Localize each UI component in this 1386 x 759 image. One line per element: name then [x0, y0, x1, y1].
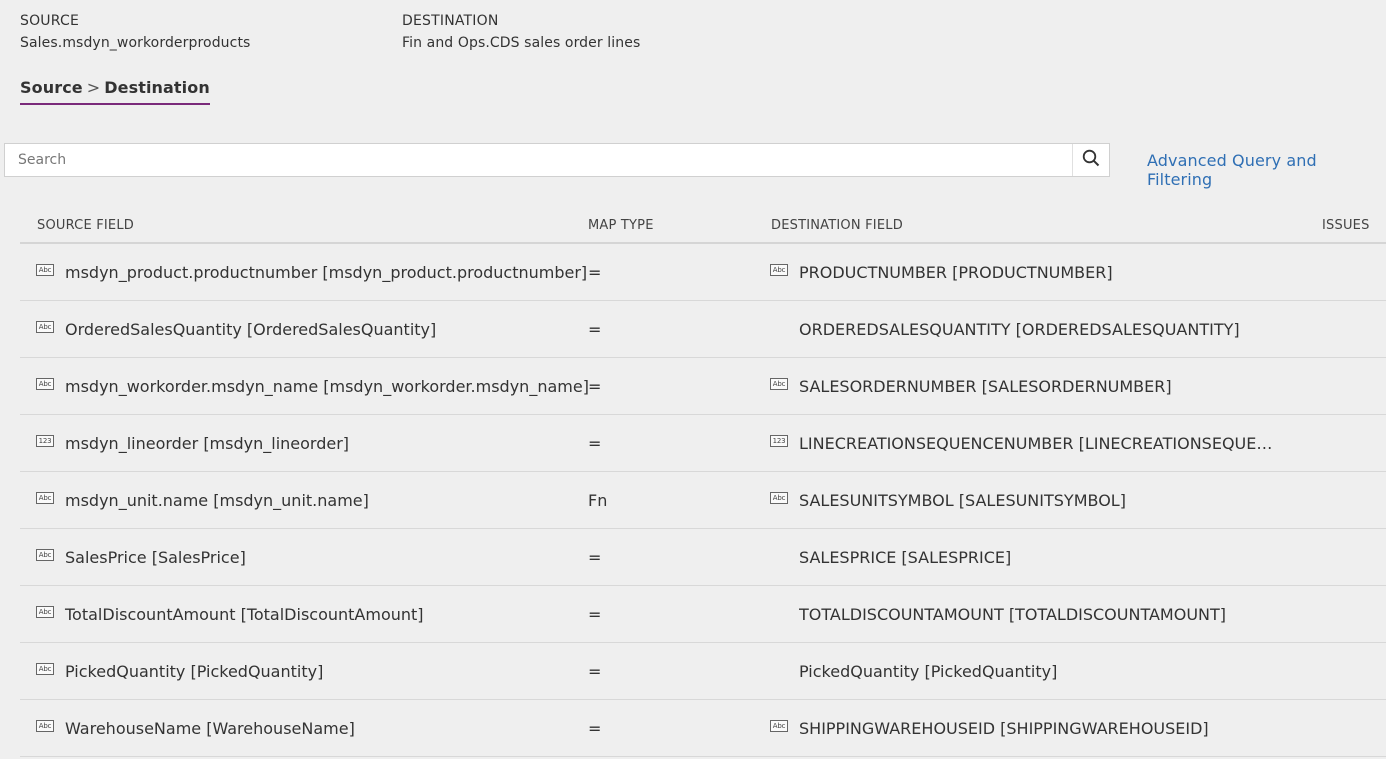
text-type-icon: Abc	[36, 720, 54, 732]
destination-field-cell[interactable]: 123 LINECREATIONSEQUENCENUMBER [LINECREAT…	[770, 415, 1275, 471]
source-field-name: msdyn_unit.name [msdyn_unit.name]	[65, 490, 369, 510]
destination-field-name: SHIPPINGWAREHOUSEID [SHIPPINGWAREHOUSEID…	[799, 718, 1209, 738]
destination-label: DESTINATION	[402, 13, 499, 29]
map-type-cell[interactable]: =	[588, 700, 601, 756]
source-field-cell: Abc SalesPrice [SalesPrice]	[36, 529, 246, 585]
column-header-source-field[interactable]: SOURCE FIELD	[37, 218, 134, 233]
map-type-cell[interactable]: =	[588, 301, 601, 357]
text-type-icon: Abc	[36, 378, 54, 390]
source-field-cell: Abc msdyn_unit.name [msdyn_unit.name]	[36, 472, 369, 528]
destination-field-name: TOTALDISCOUNTAMOUNT [TOTALDISCOUNTAMOUNT…	[799, 604, 1227, 624]
table-row[interactable]: Abc OrderedSalesQuantity [OrderedSalesQua…	[20, 301, 1386, 358]
destination-field-name: SALESPRICE [SALESPRICE]	[799, 547, 1012, 567]
map-type-cell[interactable]: =	[588, 586, 601, 642]
source-entity: Sales.msdyn_workorderproducts	[20, 35, 251, 51]
destination-field-name: PickedQuantity [PickedQuantity]	[799, 661, 1058, 681]
search-button[interactable]	[1072, 144, 1109, 176]
text-type-icon: Abc	[770, 378, 788, 390]
text-type-icon: Abc	[36, 264, 54, 276]
table-row[interactable]: Abc msdyn_unit.name [msdyn_unit.name] Fn Ab…	[20, 472, 1386, 529]
table-body: Abc msdyn_product.productnumber [msdyn_pr…	[20, 244, 1386, 757]
destination-field-cell[interactable]: PickedQuantity [PickedQuantity]	[770, 643, 1057, 699]
source-field-name: SalesPrice [SalesPrice]	[65, 547, 246, 567]
destination-field-cell[interactable]: SALESPRICE [SALESPRICE]	[770, 529, 1011, 585]
source-field-name: msdyn_product.productnumber [msdyn_produ…	[65, 262, 588, 282]
text-type-icon: Abc	[36, 663, 54, 675]
source-field-name: PickedQuantity [PickedQuantity]	[65, 661, 324, 681]
source-field-name: msdyn_lineorder [msdyn_lineorder]	[65, 433, 350, 453]
table-header: SOURCE FIELD MAP TYPE DESTINATION FIELD …	[20, 207, 1386, 244]
map-type-cell[interactable]: =	[588, 529, 601, 585]
table-row[interactable]: Abc msdyn_workorder.msdyn_name [msdyn_wor…	[20, 358, 1386, 415]
destination-entity: Fin and Ops.CDS sales order lines	[402, 35, 641, 51]
text-type-icon: Abc	[36, 549, 54, 561]
search-box	[4, 143, 1110, 177]
source-field-name: WarehouseName [WarehouseName]	[65, 718, 355, 738]
column-header-issues[interactable]: ISSUES	[1322, 218, 1370, 233]
table-row[interactable]: Abc WarehouseName [WarehouseName] = Abc SHIP…	[20, 700, 1386, 757]
destination-field-name: LINECREATIONSEQUENCENUMBER [LINECREATION…	[799, 433, 1275, 453]
map-type-cell[interactable]: =	[588, 415, 601, 471]
search-icon	[1082, 149, 1100, 171]
table-row[interactable]: Abc PickedQuantity [PickedQuantity] = Picke…	[20, 643, 1386, 700]
text-type-icon: Abc	[36, 321, 54, 333]
advanced-query-link[interactable]: Advanced Query and Filtering	[1147, 151, 1386, 189]
destination-field-cell[interactable]: Abc SALESUNITSYMBOL [SALESUNITSYMBOL]	[770, 472, 1126, 528]
tab-separator: >	[86, 78, 101, 97]
text-type-icon: Abc	[770, 264, 788, 276]
text-type-icon: Abc	[770, 492, 788, 504]
search-input[interactable]	[5, 144, 1072, 176]
map-type-cell[interactable]: Fn	[588, 472, 607, 528]
table-row[interactable]: 123 msdyn_lineorder [msdyn_lineorder] = 123…	[20, 415, 1386, 472]
destination-field-name: ORDEREDSALESQUANTITY [ORDEREDSALESQUANTI…	[799, 319, 1240, 339]
source-field-cell: Abc msdyn_workorder.msdyn_name [msdyn_wor…	[36, 358, 589, 414]
source-field-name: TotalDiscountAmount [TotalDiscountAmount…	[65, 604, 424, 624]
column-header-destination-field[interactable]: DESTINATION FIELD	[771, 218, 903, 233]
tab-destination-label: Destination	[104, 78, 210, 97]
source-field-name: OrderedSalesQuantity [OrderedSalesQuanti…	[65, 319, 437, 339]
map-type-cell[interactable]: =	[588, 244, 601, 300]
source-label: SOURCE	[20, 13, 80, 29]
destination-field-cell[interactable]: ORDEREDSALESQUANTITY [ORDEREDSALESQUANTI…	[770, 301, 1240, 357]
tab-source-label: Source	[20, 78, 83, 97]
destination-field-name: SALESUNITSYMBOL [SALESUNITSYMBOL]	[799, 490, 1126, 510]
text-type-icon: Abc	[770, 720, 788, 732]
number-type-icon: 123	[36, 435, 54, 447]
map-type-cell[interactable]: =	[588, 358, 601, 414]
destination-field-cell[interactable]: Abc PRODUCTNUMBER [PRODUCTNUMBER]	[770, 244, 1113, 300]
number-type-icon: 123	[770, 435, 788, 447]
destination-field-cell[interactable]: TOTALDISCOUNTAMOUNT [TOTALDISCOUNTAMOUNT…	[770, 586, 1226, 642]
source-field-cell: 123 msdyn_lineorder [msdyn_lineorder]	[36, 415, 349, 471]
column-header-map-type[interactable]: MAP TYPE	[588, 218, 654, 233]
source-field-name: msdyn_workorder.msdyn_name [msdyn_workor…	[65, 376, 589, 396]
map-type-cell[interactable]: =	[588, 643, 601, 699]
destination-field-cell[interactable]: Abc SHIPPINGWAREHOUSEID [SHIPPINGWAREHOUS…	[770, 700, 1209, 756]
table-row[interactable]: Abc SalesPrice [SalesPrice] = SALESPRICE [S…	[20, 529, 1386, 586]
table-row[interactable]: Abc TotalDiscountAmount [TotalDiscountAmo…	[20, 586, 1386, 643]
destination-field-cell[interactable]: Abc SALESORDERNUMBER [SALESORDERNUMBER]	[770, 358, 1172, 414]
destination-info: DESTINATION Fin and Ops.CDS sales order …	[402, 12, 640, 54]
mapping-table: SOURCE FIELD MAP TYPE DESTINATION FIELD …	[20, 207, 1386, 757]
source-field-cell: Abc TotalDiscountAmount [TotalDiscountAmo…	[36, 586, 424, 642]
source-field-cell: Abc WarehouseName [WarehouseName]	[36, 700, 355, 756]
source-field-cell: Abc OrderedSalesQuantity [OrderedSalesQua…	[36, 301, 436, 357]
source-field-cell: Abc PickedQuantity [PickedQuantity]	[36, 643, 323, 699]
source-info: SOURCE Sales.msdyn_workorderproducts	[20, 12, 250, 54]
text-type-icon: Abc	[36, 492, 54, 504]
destination-field-name: SALESORDERNUMBER [SALESORDERNUMBER]	[799, 376, 1172, 396]
source-field-cell: Abc msdyn_product.productnumber [msdyn_pr…	[36, 244, 587, 300]
tab-source-destination[interactable]: Source > Destination	[20, 78, 210, 105]
destination-field-name: PRODUCTNUMBER [PRODUCTNUMBER]	[799, 262, 1113, 282]
text-type-icon: Abc	[36, 606, 54, 618]
table-row[interactable]: Abc msdyn_product.productnumber [msdyn_pr…	[20, 244, 1386, 301]
